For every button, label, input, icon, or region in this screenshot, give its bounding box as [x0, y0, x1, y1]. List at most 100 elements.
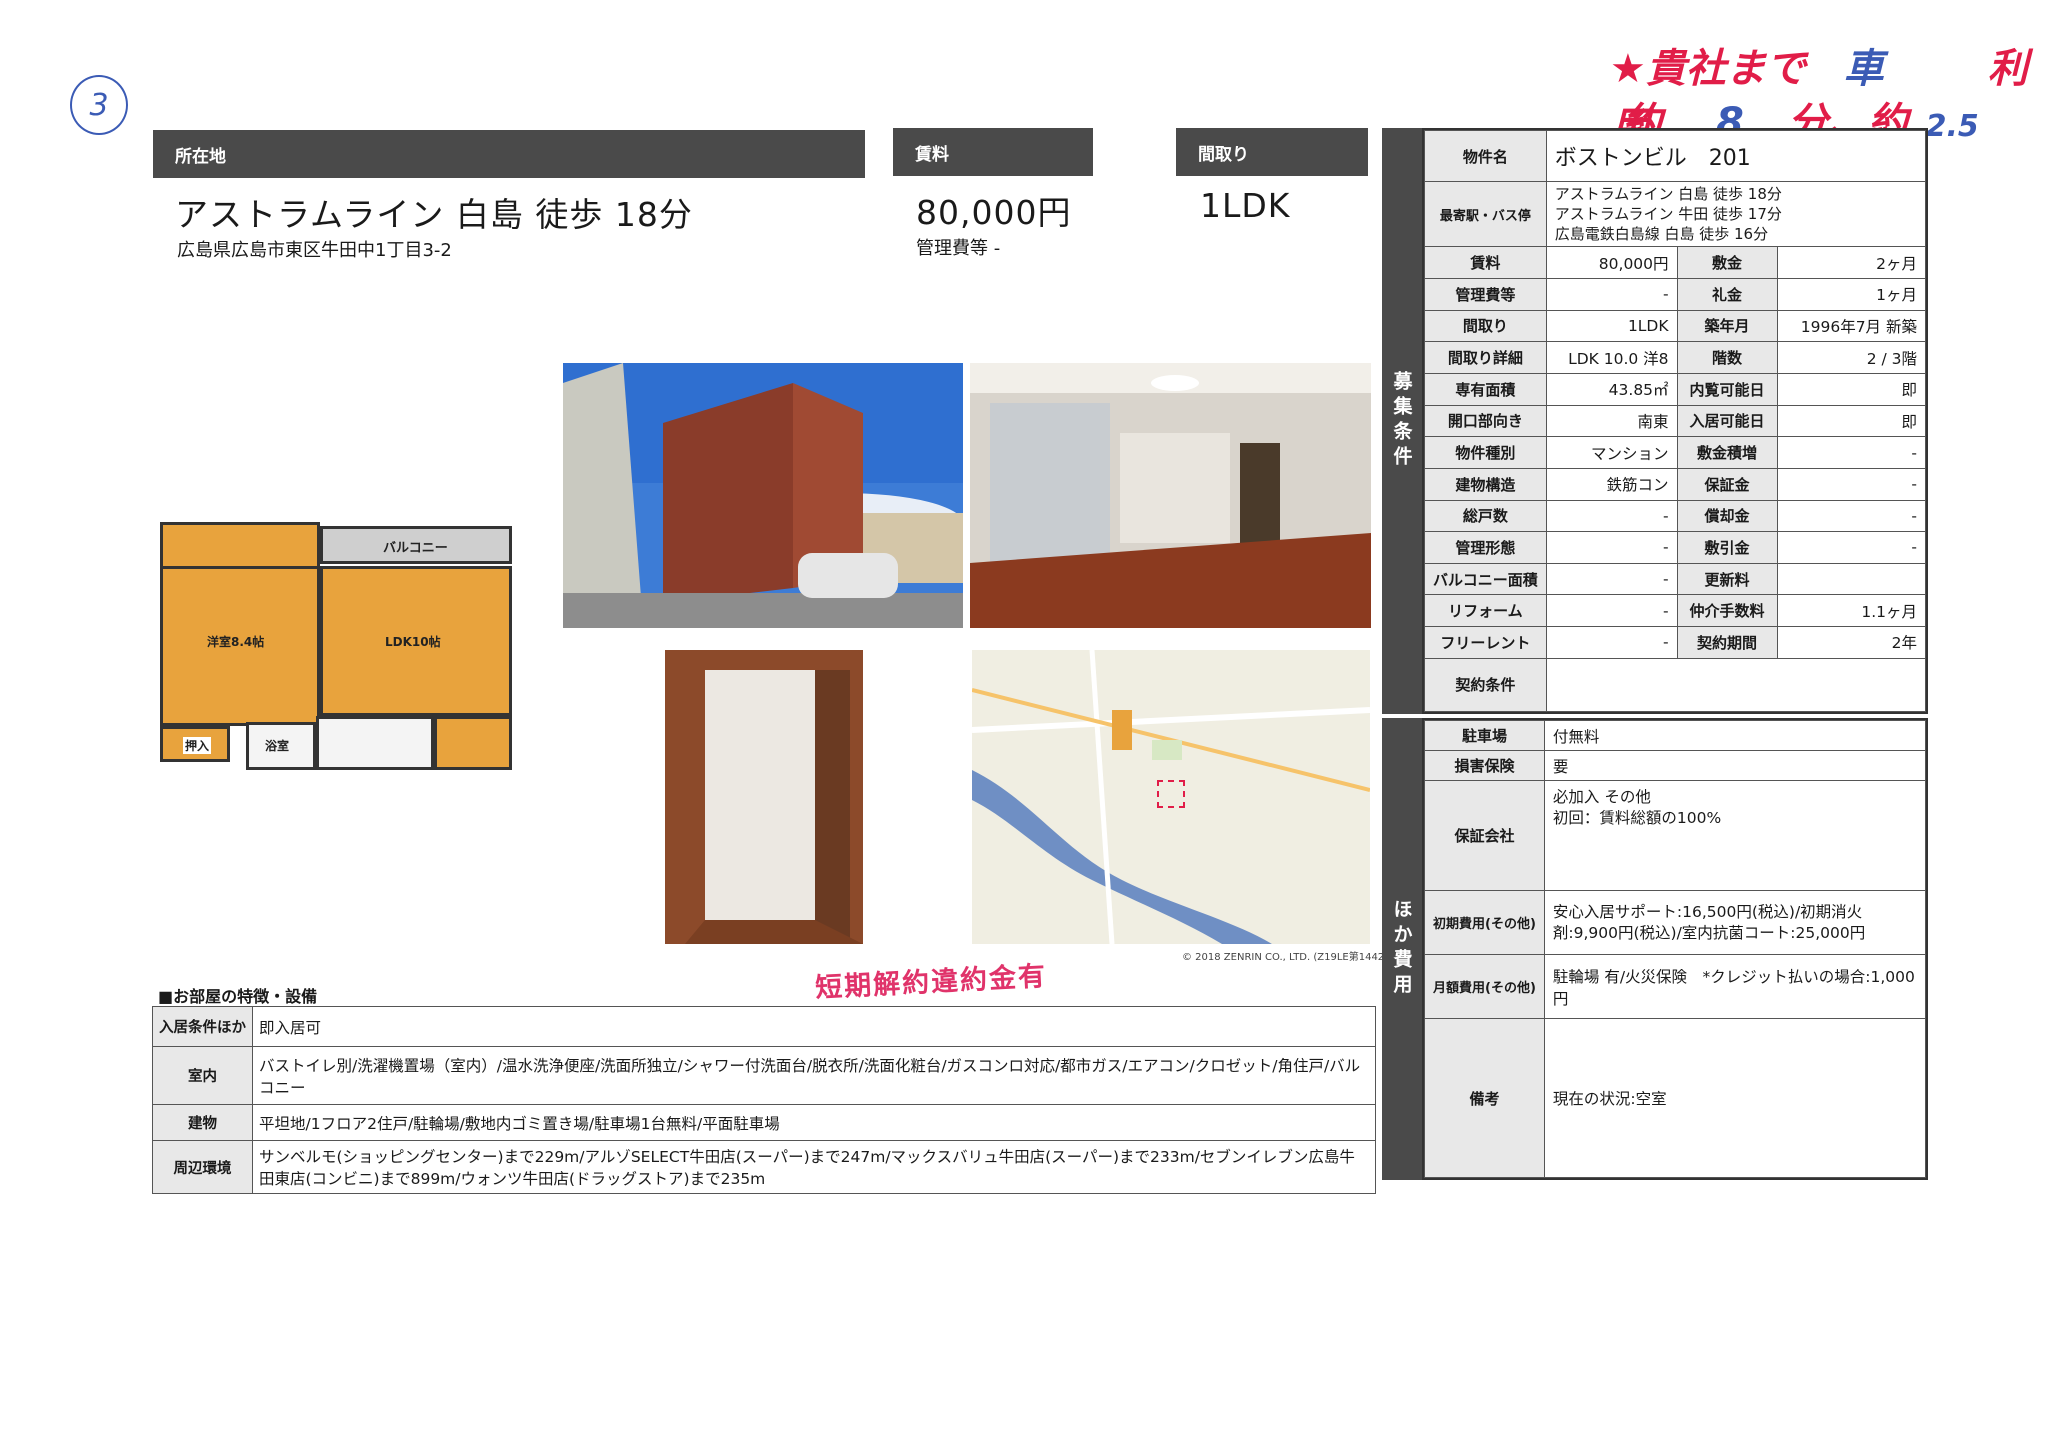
table-row: 管理費等 - 礼金 1ヶ月	[1424, 278, 1927, 311]
table-row: リフォーム - 仲介手数料 1.1ヶ月	[1424, 594, 1927, 628]
contract-conditions-value	[1545, 657, 1927, 713]
features-title: ■お部屋の特徴・設備	[158, 987, 318, 1006]
condition-label: 物件種別	[1424, 436, 1547, 469]
condition-value: 即	[1776, 372, 1927, 406]
feature-label: 周辺環境	[152, 1140, 253, 1194]
feature-value: バストイレ別/洗濯機置場（室内）/温水洗浄便座/洗面所独立/シャワー付洗面台/脱…	[252, 1046, 1376, 1105]
condition-value: -	[1545, 626, 1678, 659]
condition-label: リフォーム	[1424, 594, 1547, 628]
guarantor-line1: 必加入 その他	[1552, 788, 1651, 806]
floor-plan-wet-area	[316, 716, 434, 770]
table-row: 入居条件ほか 即入居可	[152, 1006, 1376, 1047]
condition-label: 管理形態	[1424, 531, 1547, 564]
hallway-image	[665, 650, 863, 944]
feature-value: 平坦地/1フロア2住戸/駐輪場/敷地内ゴミ置き場/駐車場1台無料/平面駐車場	[252, 1104, 1376, 1141]
layout-header: 間取り	[1176, 128, 1368, 176]
table-row: 室内 バストイレ別/洗濯機置場（室内）/温水洗浄便座/洗面所独立/シャワー付洗面…	[152, 1046, 1376, 1105]
property-name: ボストンビル 201	[1545, 129, 1927, 183]
condition-value: 2年	[1776, 626, 1927, 659]
condition-label: 間取り	[1424, 309, 1547, 343]
table-row: 保証会社 必加入 その他 初回：賃料総額の100%	[1424, 780, 1927, 891]
condition-value: -	[1776, 499, 1927, 533]
parking-label: 駐車場	[1424, 720, 1545, 751]
condition-value: LDK 10.0 洋8	[1545, 341, 1678, 374]
condition-value: 1LDK	[1545, 309, 1678, 343]
condition-label: 内覧可能日	[1676, 372, 1778, 406]
other-costs-table: 駐車場 付無料 損害保険 要 保証会社 必加入 その他 初回：賃料総額の100%…	[1422, 718, 1928, 1180]
building-exterior-image	[563, 363, 963, 628]
condition-value: マンション	[1545, 436, 1678, 469]
floor-plan-western-room: 洋室8.4帖	[160, 566, 320, 726]
monthly-cost-label: 月額費用(その他)	[1424, 954, 1545, 1019]
condition-label: 保証金	[1676, 467, 1778, 501]
building-exterior-photo	[563, 363, 963, 628]
condition-label: 開口部向き	[1424, 404, 1547, 438]
condition-label: 総戸数	[1424, 499, 1547, 533]
condition-label: 賃料	[1424, 246, 1547, 280]
condition-label: フリーレント	[1424, 626, 1547, 659]
floor-plan-closet: 押入	[160, 726, 230, 762]
feature-label: 建物	[152, 1104, 253, 1141]
table-row: 開口部向き 南東 入居可能日即	[1424, 404, 1927, 438]
condition-value: 1996年7月 新築	[1776, 309, 1927, 343]
condition-label: 償却金	[1676, 499, 1778, 533]
initial-cost-label: 初期費用(その他)	[1424, 890, 1545, 955]
table-row: 賃料 80,000円 敷金 2ヶ月	[1424, 246, 1927, 280]
table-row: 建物構造 鉄筋コン 保証金 -	[1424, 467, 1927, 501]
condition-value: 2ヶ月	[1776, 246, 1927, 280]
condition-value: -	[1545, 278, 1678, 311]
floor-plan: バルコニー 洋室8.4帖 LDK10帖 押入 浴室	[160, 522, 555, 774]
nearest-stations: アストラムライン 白島 徒歩 18分 アストラムライン 牛田 徒歩 17分 広島…	[1545, 181, 1927, 248]
condition-label: 契約期間	[1676, 626, 1778, 659]
condition-label: バルコニー面積	[1424, 562, 1547, 596]
floor-plan-ldk: LDK10帖	[320, 566, 512, 716]
condition-label: 礼金	[1676, 278, 1778, 311]
condition-value: -	[1776, 467, 1927, 501]
living-room-image	[970, 363, 1371, 628]
rent-header: 賃料	[893, 128, 1093, 176]
station-access: アストラムライン 白島 徒歩 18分	[175, 195, 693, 234]
condition-value: 2 / 3階	[1776, 341, 1927, 374]
condition-label: 間取り詳細	[1424, 341, 1547, 374]
condition-label: 築年月	[1676, 309, 1778, 343]
feature-value: サンベルモ(ショッピングセンター)まで229m/アルゾSELECT牛田店(スーパ…	[252, 1140, 1376, 1194]
table-row: 総戸数 - 償却金 -	[1424, 499, 1927, 533]
condition-label: 階数	[1676, 341, 1778, 374]
table-row: 駐車場 付無料	[1424, 720, 1927, 751]
early-termination-stamp: 短期解約違約金有	[814, 960, 1048, 1005]
table-row: 建物 平坦地/1フロア2住戸/駐輪場/敷地内ゴミ置き場/駐車場1台無料/平面駐車…	[152, 1104, 1376, 1141]
guarantor-line2: 初回：賃料総額の100%	[1552, 809, 1722, 827]
condition-value: -	[1545, 531, 1678, 564]
condition-label: 敷引金	[1676, 531, 1778, 564]
condition-value: -	[1545, 499, 1678, 533]
table-row: 備考 現在の状況:空室	[1424, 1018, 1927, 1178]
living-room-photo	[970, 363, 1371, 628]
table-row: フリーレント - 契約期間 2年	[1424, 626, 1927, 659]
table-row: 月額費用(その他) 駐輪場 有/火災保険 *クレジット払いの場合:1,000円	[1424, 954, 1927, 1019]
nearest-station-1: アストラムライン 白島 徒歩 18分	[1554, 185, 1782, 204]
table-row: 間取り詳細 LDK 10.0 洋8 階数 2 / 3階	[1424, 341, 1927, 374]
condition-label: 建物構造	[1424, 467, 1547, 501]
floor-plan-bath: 浴室	[246, 722, 316, 770]
condition-value: -	[1545, 562, 1678, 596]
nearest-station-3: 広島電鉄白島線 白島 徒歩 16分	[1554, 225, 1769, 244]
condition-label: 更新料	[1676, 562, 1778, 596]
monthly-cost-value: 駐輪場 有/火災保険 *クレジット払いの場合:1,000円	[1543, 954, 1927, 1019]
condition-value: 即	[1776, 404, 1927, 438]
table-row: 物件名 ボストンビル 201	[1424, 129, 1927, 183]
layout-value: 1LDK	[1200, 186, 1291, 225]
condition-value: 南東	[1545, 404, 1678, 438]
guarantor-label: 保証会社	[1424, 780, 1545, 891]
condition-value: 43.85㎡	[1545, 372, 1678, 406]
conditions-table: 物件名 ボストンビル 201 最寄駅・バス停 アストラムライン 白島 徒歩 18…	[1422, 128, 1928, 714]
circle-number: 3	[70, 75, 128, 135]
table-row: 専有面積 43.85㎡ 内覧可能日即	[1424, 372, 1927, 406]
nearest-station-2: アストラムライン 牛田 徒歩 17分	[1554, 205, 1782, 224]
condition-label: 敷金	[1676, 246, 1778, 280]
feature-value: 即入居可	[252, 1006, 1376, 1047]
condition-value: -	[1776, 531, 1927, 564]
table-row: 損害保険 要	[1424, 750, 1927, 781]
table-row: 間取り 1LDK 築年月 1996年7月 新築	[1424, 309, 1927, 343]
conditions-rows: 賃料 80,000円 敷金 2ヶ月 管理費等 - 礼金 1ヶ月 間取り 1LDK 築年月 1996年7…	[1424, 246, 1927, 659]
condition-label: 仲介手数料	[1676, 594, 1778, 628]
